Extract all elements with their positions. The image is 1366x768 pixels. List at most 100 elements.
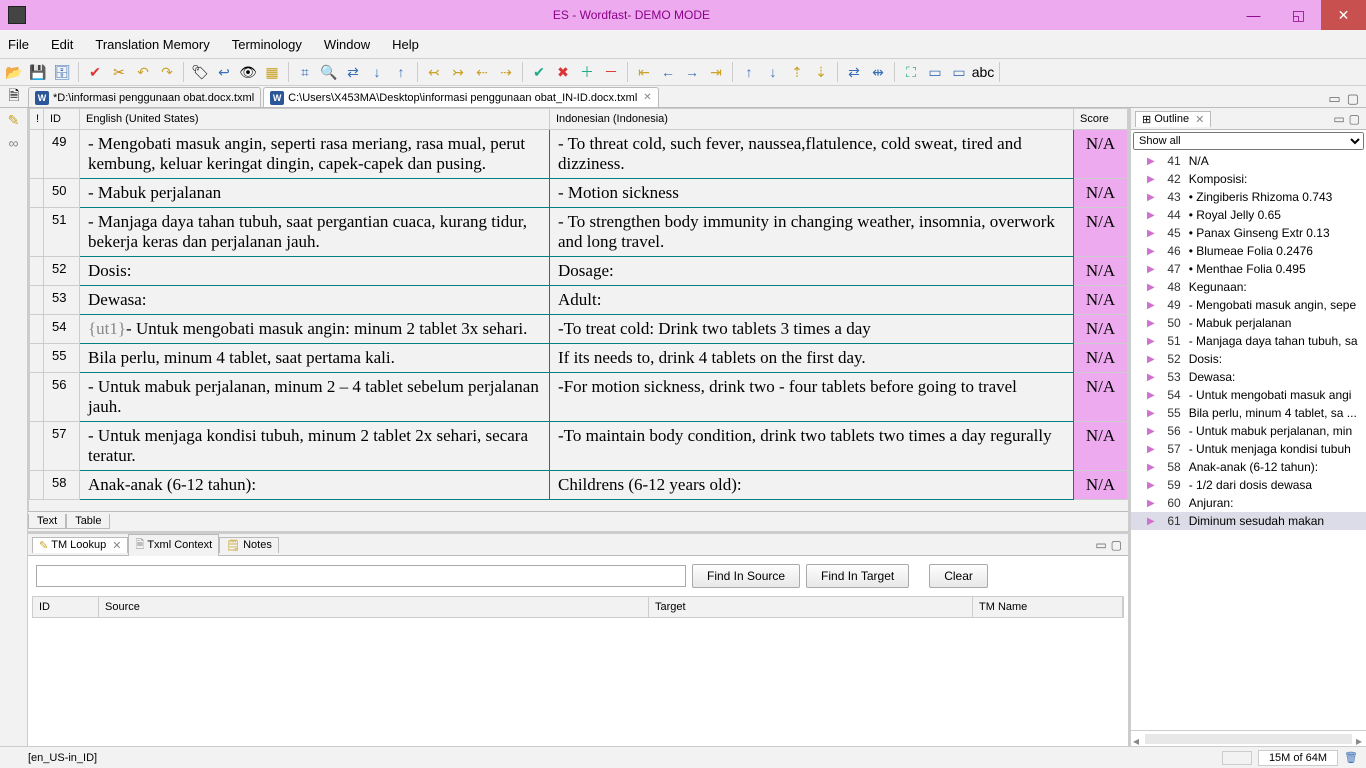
segment-source[interactable]: - Mabuk perjalanan (80, 179, 550, 208)
col-target[interactable]: Indonesian (Indonesia) (550, 109, 1074, 130)
menu-translation-memory[interactable]: Translation Memory (91, 35, 213, 54)
segment-target[interactable]: Dosage: (550, 257, 1074, 286)
segment-source[interactable]: - Mengobati masuk angin, seperti rasa me… (80, 130, 550, 179)
tm-search-input[interactable] (36, 565, 686, 587)
tm-col-source[interactable]: Source (99, 597, 649, 617)
segment-target[interactable]: -To treat cold: Drink two tablets 3 time… (550, 315, 1074, 344)
segment-row[interactable]: 56- Untuk mabuk perjalanan, minum 2 – 4 … (30, 373, 1128, 422)
outline-item[interactable]: ▶60Anjuran: (1131, 494, 1366, 512)
outline-item[interactable]: ▶41N/A (1131, 152, 1366, 170)
outline-item[interactable]: ▶57- Untuk menjaga kondisi tubuh (1131, 440, 1366, 458)
segment-row[interactable]: 51- Manjaga daya tahan tubuh, saat perga… (30, 208, 1128, 257)
segment-target[interactable]: -For motion sickness, drink two - four t… (550, 373, 1074, 422)
segment-target[interactable]: - Motion sickness (550, 179, 1074, 208)
prev-untrans-icon[interactable]: ↢ (424, 62, 444, 82)
col-source[interactable]: English (United States) (80, 109, 550, 130)
outline-filter-select[interactable]: Show all (1133, 132, 1364, 150)
window2-icon[interactable]: ▭ (949, 62, 969, 82)
redo-icon[interactable]: ↷ (157, 62, 177, 82)
last-icon[interactable]: ⇥ (706, 62, 726, 82)
segment-row[interactable]: 50- Mabuk perjalanan- Motion sicknessN/A (30, 179, 1128, 208)
tab-txml-context[interactable]: 🗎Txml Context (128, 534, 219, 556)
close-tab-icon[interactable]: ✕ (643, 92, 651, 103)
col-score[interactable]: Score (1074, 109, 1128, 130)
first-icon[interactable]: ⇤ (634, 62, 654, 82)
tab-text[interactable]: Text (28, 514, 66, 529)
segment-source[interactable]: Bila perlu, minum 4 tablet, saat pertama… (80, 344, 550, 373)
window-icon[interactable]: ▭ (925, 62, 945, 82)
segment-source[interactable]: {ut1}- Untuk mengobati masuk angin: minu… (80, 315, 550, 344)
outline-item[interactable]: ▶55Bila perlu, minum 4 tablet, sa ... (1131, 404, 1366, 422)
segment-target[interactable]: - To threat cold, such fever, naussea,fl… (550, 130, 1074, 179)
save-icon[interactable]: 💾 (28, 62, 48, 82)
outline-item[interactable]: ▶58Anak-anak (6-12 tahun): (1131, 458, 1366, 476)
nav-down-icon[interactable]: ↓ (367, 62, 387, 82)
segment-source[interactable]: Anak-anak (6-12 tahun): (80, 471, 550, 500)
cut-icon[interactable]: ✂ (109, 62, 129, 82)
prev-note-icon[interactable]: ⇠ (472, 62, 492, 82)
next-icon[interactable]: → (682, 62, 702, 82)
segment-row[interactable]: 55Bila perlu, minum 4 tablet, saat perta… (30, 344, 1128, 373)
tab-table[interactable]: Table (66, 514, 110, 529)
segment-source[interactable]: Dewasa: (80, 286, 550, 315)
tag-icon[interactable]: 🏷 (190, 62, 210, 82)
prev-seg-icon[interactable]: ↑ (739, 62, 759, 82)
segment-source[interactable]: - Manjaga daya tahan tubuh, saat pergant… (80, 208, 550, 257)
trash-icon[interactable]: 🗑 (1344, 751, 1358, 764)
expand-icon[interactable]: ⛶ (901, 62, 921, 82)
spellcheck-icon[interactable]: ✔ (85, 62, 105, 82)
outline-item[interactable]: ▶50- Mabuk perjalanan (1131, 314, 1366, 332)
new-doc-icon[interactable]: 🗎 (4, 87, 24, 107)
outline-hscroll[interactable]: ◂▸ (1131, 730, 1366, 746)
segment-row[interactable]: 49- Mengobati masuk angin, seperti rasa … (30, 130, 1128, 179)
undo-icon[interactable]: ↶ (133, 62, 153, 82)
lookup-icon[interactable]: 🔍 (319, 62, 339, 82)
panel-min-icon[interactable]: ▭ (1093, 538, 1108, 552)
doc-tab-2[interactable]: W C:\Users\X453MA\Desktop\informasi peng… (263, 87, 659, 107)
confirm-icon[interactable]: ✔ (529, 62, 549, 82)
outline-item[interactable]: ▶54- Untuk mengobati masuk angi (1131, 386, 1366, 404)
segment-target[interactable]: -To maintain body condition, drink two t… (550, 422, 1074, 471)
unlink-icon[interactable]: ⇹ (868, 62, 888, 82)
link2-icon[interactable]: ∞ (9, 135, 19, 151)
remove-icon[interactable]: － (601, 62, 621, 82)
tm-col-id[interactable]: ID (33, 597, 99, 617)
segment-row[interactable]: 57- Untuk menjaga kondisi tubuh, minum 2… (30, 422, 1128, 471)
save-all-icon[interactable]: 🗄 (52, 62, 72, 82)
menu-file[interactable]: File (4, 35, 33, 54)
prev-icon[interactable]: ← (658, 62, 678, 82)
segment-source[interactable]: - Untuk menjaga kondisi tubuh, minum 2 t… (80, 422, 550, 471)
prev-alt-icon[interactable]: ⇡ (787, 62, 807, 82)
outline-item[interactable]: ▶45• Panax Ginseng Extr 0.13 (1131, 224, 1366, 242)
open-icon[interactable]: 📂 (4, 62, 24, 82)
maximize-button[interactable]: ◱ (1276, 0, 1321, 30)
segment-target[interactable]: Childrens (6-12 years old): (550, 471, 1074, 500)
find-in-source-button[interactable]: Find In Source (692, 564, 800, 588)
col-id[interactable]: ID (44, 109, 80, 130)
segment-row[interactable]: 54{ut1}- Untuk mengobati masuk angin: mi… (30, 315, 1128, 344)
segment-target[interactable]: If its needs to, drink 4 tablets on the … (550, 344, 1074, 373)
menu-help[interactable]: Help (388, 35, 423, 54)
segment-source[interactable]: Dosis: (80, 257, 550, 286)
doc-tab-1[interactable]: W *D:\informasi penggunaan obat.docx.txm… (28, 87, 261, 107)
outline-item[interactable]: ▶43• Zingiberis Rhizoma 0.743 (1131, 188, 1366, 206)
segment-source[interactable]: - Untuk mabuk perjalanan, minum 2 – 4 ta… (80, 373, 550, 422)
wrap-icon[interactable]: ↩ (214, 62, 234, 82)
tm-col-tmname[interactable]: TM Name (973, 597, 1123, 617)
menu-terminology[interactable]: Terminology (228, 35, 306, 54)
outline-item[interactable]: ▶56- Untuk mabuk perjalanan, min (1131, 422, 1366, 440)
outline-min-icon[interactable]: ▭ (1331, 112, 1346, 126)
next-alt-icon[interactable]: ⇣ (811, 62, 831, 82)
segment-target[interactable]: - To strengthen body immunity in changin… (550, 208, 1074, 257)
next-untrans-icon[interactable]: ↣ (448, 62, 468, 82)
next-note-icon[interactable]: ⇢ (496, 62, 516, 82)
pen-icon[interactable]: ✎ (8, 112, 20, 129)
tm-col-target[interactable]: Target (649, 597, 973, 617)
outline-max-icon[interactable]: ▢ (1347, 112, 1362, 126)
tab-outline[interactable]: ⊞Outline✕ (1135, 111, 1211, 127)
analyze-icon[interactable]: ⌗ (295, 62, 315, 82)
preview-icon[interactable]: 👁 (238, 62, 258, 82)
outline-item[interactable]: ▶59- 1/2 dari dosis dewasa (1131, 476, 1366, 494)
menu-edit[interactable]: Edit (47, 35, 77, 54)
add-icon[interactable]: ＋ (577, 62, 597, 82)
